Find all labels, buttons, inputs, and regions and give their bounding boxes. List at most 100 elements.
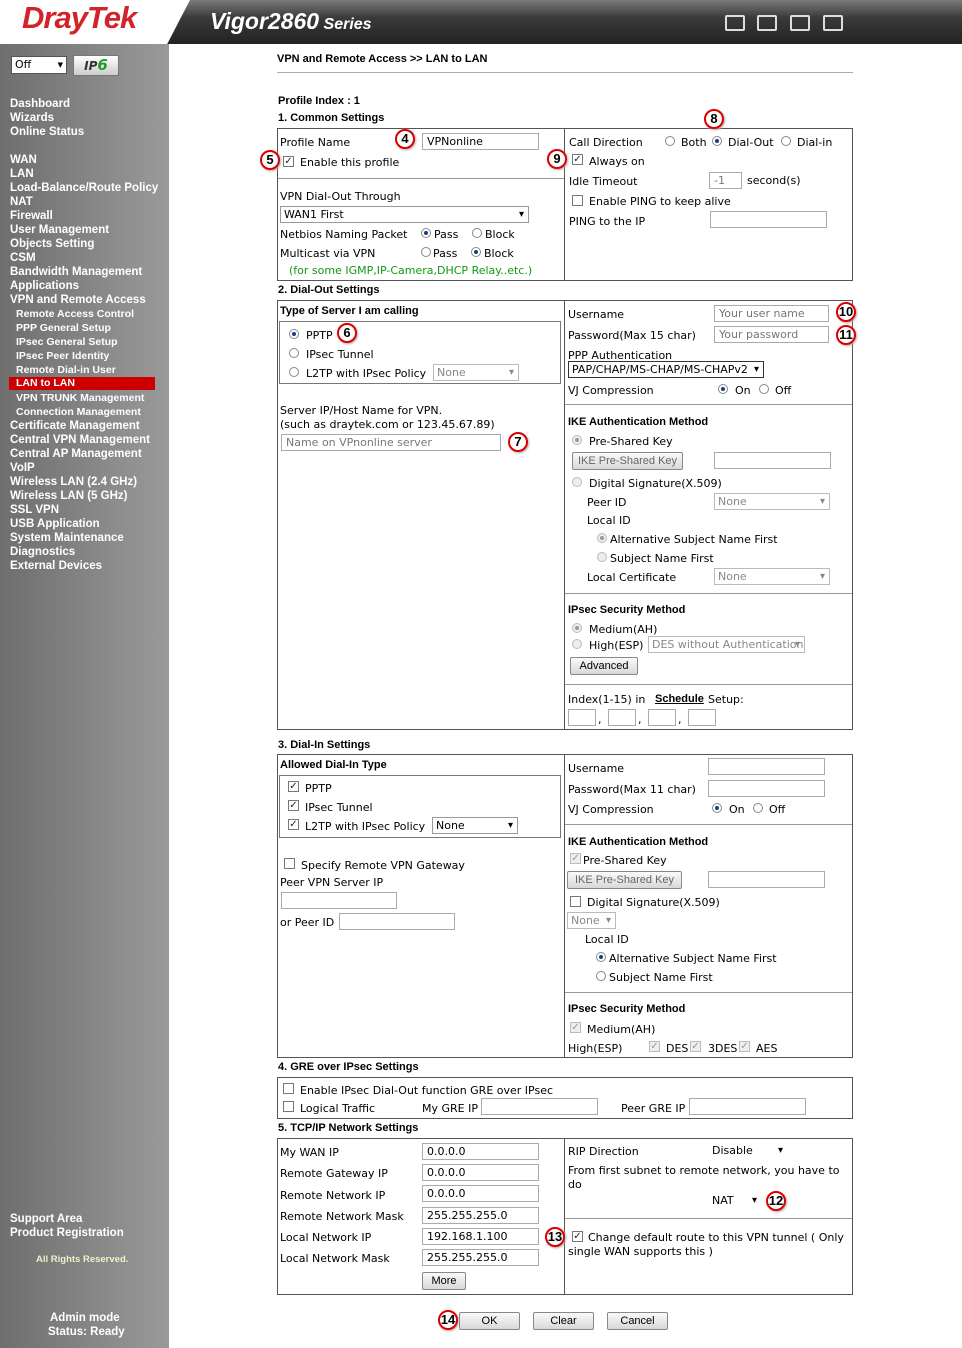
schedule-input-2[interactable] [608,709,636,726]
l2tp-radio[interactable] [289,367,299,377]
call-both-radio[interactable] [665,136,675,146]
menu-lan[interactable]: LAN [10,167,34,181]
enable-ping-checkbox[interactable] [572,195,583,206]
menu-csm[interactable]: CSM [10,251,36,265]
save-icon[interactable] [790,15,810,31]
multicast-pass-radio[interactable] [421,247,431,257]
digital-sig-radio[interactable] [572,477,582,487]
menu-voip[interactable]: VoIP [10,461,35,475]
menu-system-maintenance[interactable]: System Maintenance [10,531,124,545]
menu-nat[interactable]: NAT [10,195,33,209]
dialin-subject-radio[interactable] [596,971,606,981]
psk-radio[interactable] [572,435,582,445]
subject-radio[interactable] [597,552,607,562]
support-area-link[interactable]: Support Area [10,1213,82,1225]
dialin-digital-sig-checkbox[interactable] [570,896,581,907]
menu-applications[interactable]: Applications [10,279,79,293]
call-dialin-radio[interactable] [781,136,791,146]
gre-enable-checkbox[interactable] [283,1083,294,1094]
advanced-button[interactable]: Advanced [570,657,638,675]
dialin-vj-on-radio[interactable] [712,803,722,813]
high-esp-radio[interactable] [572,639,582,649]
pptp-radio[interactable] [289,329,299,339]
peer-id-select[interactable]: None [714,493,830,510]
dialin-vj-off-radio[interactable] [753,803,763,813]
ok-button[interactable]: OK [459,1312,520,1330]
cancel-button[interactable]: Cancel [607,1312,668,1330]
dialin-username-input[interactable] [708,758,825,775]
peer-id-input[interactable] [339,913,455,930]
profile-name-input[interactable]: VPNonline [422,133,539,150]
netbios-block-radio[interactable] [472,228,482,238]
change-route-checkbox[interactable] [572,1231,583,1242]
submenu-connection-mgmt[interactable]: Connection Management [16,405,141,419]
ike-psk-button[interactable]: IKE Pre-Shared Key [572,452,683,470]
ipsec-tunnel-radio[interactable] [289,348,299,358]
submenu-remote-dialin[interactable]: Remote Dial-in User [16,363,116,377]
3des-checkbox[interactable] [690,1041,701,1052]
schedule-input-4[interactable] [688,709,716,726]
dialin-alt-subject-radio[interactable] [596,952,606,962]
dialin-ipsec-checkbox[interactable] [288,800,299,811]
tools-icon[interactable] [757,15,777,31]
call-dialout-radio[interactable] [712,136,722,146]
my-wan-ip-input[interactable]: 0.0.0.0 [422,1143,539,1160]
ppp-auth-select[interactable]: PAP/CHAP/MS-CHAP/MS-CHAPv2 [568,361,764,378]
menu-bandwidth[interactable]: Bandwidth Management [10,265,142,279]
dialin-medium-ah-checkbox[interactable] [570,1022,581,1033]
product-registration-link[interactable]: Product Registration [10,1227,124,1239]
idle-timeout-input[interactable]: -1 [709,172,742,189]
menu-ssl-vpn[interactable]: SSL VPN [10,503,59,517]
menu-external-devices[interactable]: External Devices [10,559,102,573]
netbios-pass-radio[interactable] [421,228,431,238]
esp-select[interactable]: DES without Authentication [648,636,805,653]
password-input[interactable]: Your password [714,326,829,343]
peer-vpn-ip-input[interactable] [281,892,397,909]
my-gre-ip-input[interactable] [481,1098,598,1115]
server-ip-input[interactable]: Name on VPnonline server [281,434,501,451]
logical-traffic-checkbox[interactable] [283,1101,294,1112]
local-cert-select[interactable]: None [714,568,830,585]
schedule-link[interactable]: Schedule [655,693,704,705]
menu-central-ap[interactable]: Central AP Management [10,447,142,461]
more-button[interactable]: More [422,1272,466,1290]
medium-ah-radio[interactable] [572,623,582,633]
submenu-ipsec-general[interactable]: IPsec General Setup [16,335,118,349]
menu-firewall[interactable]: Firewall [10,209,53,223]
dialin-psk-checkbox[interactable] [570,853,581,864]
vj-off-radio[interactable] [759,384,769,394]
aes-checkbox[interactable] [739,1041,750,1052]
remote-mask-input[interactable]: 255.255.255.0 [422,1207,539,1224]
peer-gre-ip-input[interactable] [689,1098,806,1115]
menu-online-status[interactable]: Online Status [10,125,84,139]
schedule-input-3[interactable] [648,709,676,726]
menu-objects-setting[interactable]: Objects Setting [10,237,94,251]
multicast-block-radio[interactable] [471,247,481,257]
submenu-ppp-general[interactable]: PPP General Setup [16,321,111,335]
ike-psk-input[interactable] [714,452,831,469]
menu-certificate[interactable]: Certificate Management [10,419,140,433]
submenu-vpn-trunk[interactable]: VPN TRUNK Management [16,391,144,405]
menu-vpn-remote[interactable]: VPN and Remote Access [10,293,146,307]
username-input[interactable]: Your user name [714,305,829,322]
menu-wlan-24[interactable]: Wireless LAN (2.4 GHz) [10,475,137,489]
l2tp-policy-select[interactable]: None [433,364,519,381]
mode-select[interactable]: Off [11,56,67,74]
dialin-password-input[interactable] [708,780,825,797]
menu-usb[interactable]: USB Application [10,517,100,531]
ping-ip-input[interactable] [710,211,827,228]
submenu-lan-to-lan[interactable]: LAN to LAN [9,377,155,390]
rip-direction-select[interactable]: Disable [708,1142,788,1159]
menu-user-management[interactable]: User Management [10,223,109,237]
menu-load-balance[interactable]: Load-Balance/Route Policy [10,181,158,195]
menu-dashboard[interactable]: Dashboard [10,97,70,111]
nat-select[interactable]: NAT [708,1192,762,1209]
menu-wlan-5[interactable]: Wireless LAN (5 GHz) [10,489,127,503]
menu-wan[interactable]: WAN [10,153,37,167]
remote-gw-input[interactable]: 0.0.0.0 [422,1164,539,1181]
alt-subject-radio[interactable] [597,533,607,543]
always-on-checkbox[interactable] [572,154,583,165]
dialin-ike-psk-input[interactable] [708,871,825,888]
ipv6-button[interactable]: IP6 [73,55,119,76]
menu-wizards[interactable]: Wizards [10,111,54,125]
